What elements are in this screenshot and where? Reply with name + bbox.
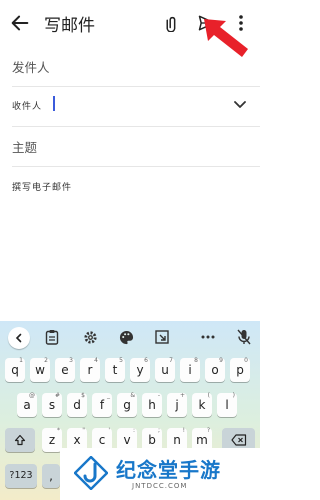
symbols-key[interactable]: ?123: [5, 464, 37, 488]
key-y[interactable]: y6: [130, 357, 150, 382]
from-label: 发件人: [12, 60, 50, 75]
key-f[interactable]: f _: [92, 392, 112, 417]
watermark-name: 纪念堂手游: [116, 458, 221, 482]
to-label: 收件人: [12, 102, 43, 112]
key-o[interactable]: o9: [205, 357, 225, 382]
subject-field[interactable]: 主题: [12, 126, 260, 167]
key-d[interactable]: d $: [67, 392, 87, 417]
page-title: 写邮件: [44, 16, 95, 36]
key-r[interactable]: r4: [80, 357, 100, 382]
watermark-logo: 纪念堂手游 JNTDCC.COM: [60, 448, 260, 500]
backspace-icon: [230, 434, 246, 446]
key-j[interactable]: j +: [167, 392, 187, 417]
one-handed-mode-icon[interactable]: [152, 327, 172, 347]
body-placeholder: 撰写电子邮件: [12, 183, 73, 193]
mic-off-icon[interactable]: [234, 327, 254, 347]
subject-label: 主题: [12, 140, 38, 155]
key-p[interactable]: p0: [230, 357, 250, 382]
to-field[interactable]: 收件人: [12, 86, 260, 127]
key-a[interactable]: a @: [17, 392, 37, 417]
text-cursor: [53, 96, 55, 111]
settings-gear-icon[interactable]: [80, 327, 100, 347]
key-g[interactable]: g &: [117, 392, 137, 417]
key-l[interactable]: l): [217, 392, 237, 417]
site-logo-icon: [74, 456, 108, 490]
shift-icon: [14, 434, 26, 446]
key-k[interactable]: k(: [192, 392, 212, 417]
key-w[interactable]: w2: [30, 357, 50, 382]
back-arrow-icon[interactable]: [9, 12, 31, 34]
key-i[interactable]: i8: [180, 357, 200, 382]
more-horizontal-icon[interactable]: [198, 327, 218, 347]
chevron-down-icon[interactable]: [234, 100, 246, 110]
watermark-url: JNTDCC.COM: [132, 482, 188, 490]
key-u[interactable]: u7: [155, 357, 175, 382]
clipboard-icon[interactable]: [42, 327, 62, 347]
key-e[interactable]: e3: [55, 357, 75, 382]
comma-key[interactable]: ,: [42, 464, 60, 488]
key-z[interactable]: z *: [42, 427, 62, 452]
keyboard-toolbar: [0, 321, 260, 353]
from-field[interactable]: 发件人: [12, 46, 260, 87]
key-t[interactable]: t5: [105, 357, 125, 382]
body-field[interactable]: 撰写电子邮件: [12, 166, 260, 316]
key-s[interactable]: s #: [42, 392, 62, 417]
shift-key[interactable]: [5, 428, 35, 452]
key-h[interactable]: h-: [142, 392, 162, 417]
attachment-icon[interactable]: [162, 14, 180, 32]
key-q[interactable]: q1: [5, 357, 25, 382]
chevron-left-icon[interactable]: [8, 327, 30, 349]
palette-icon[interactable]: [116, 327, 136, 347]
